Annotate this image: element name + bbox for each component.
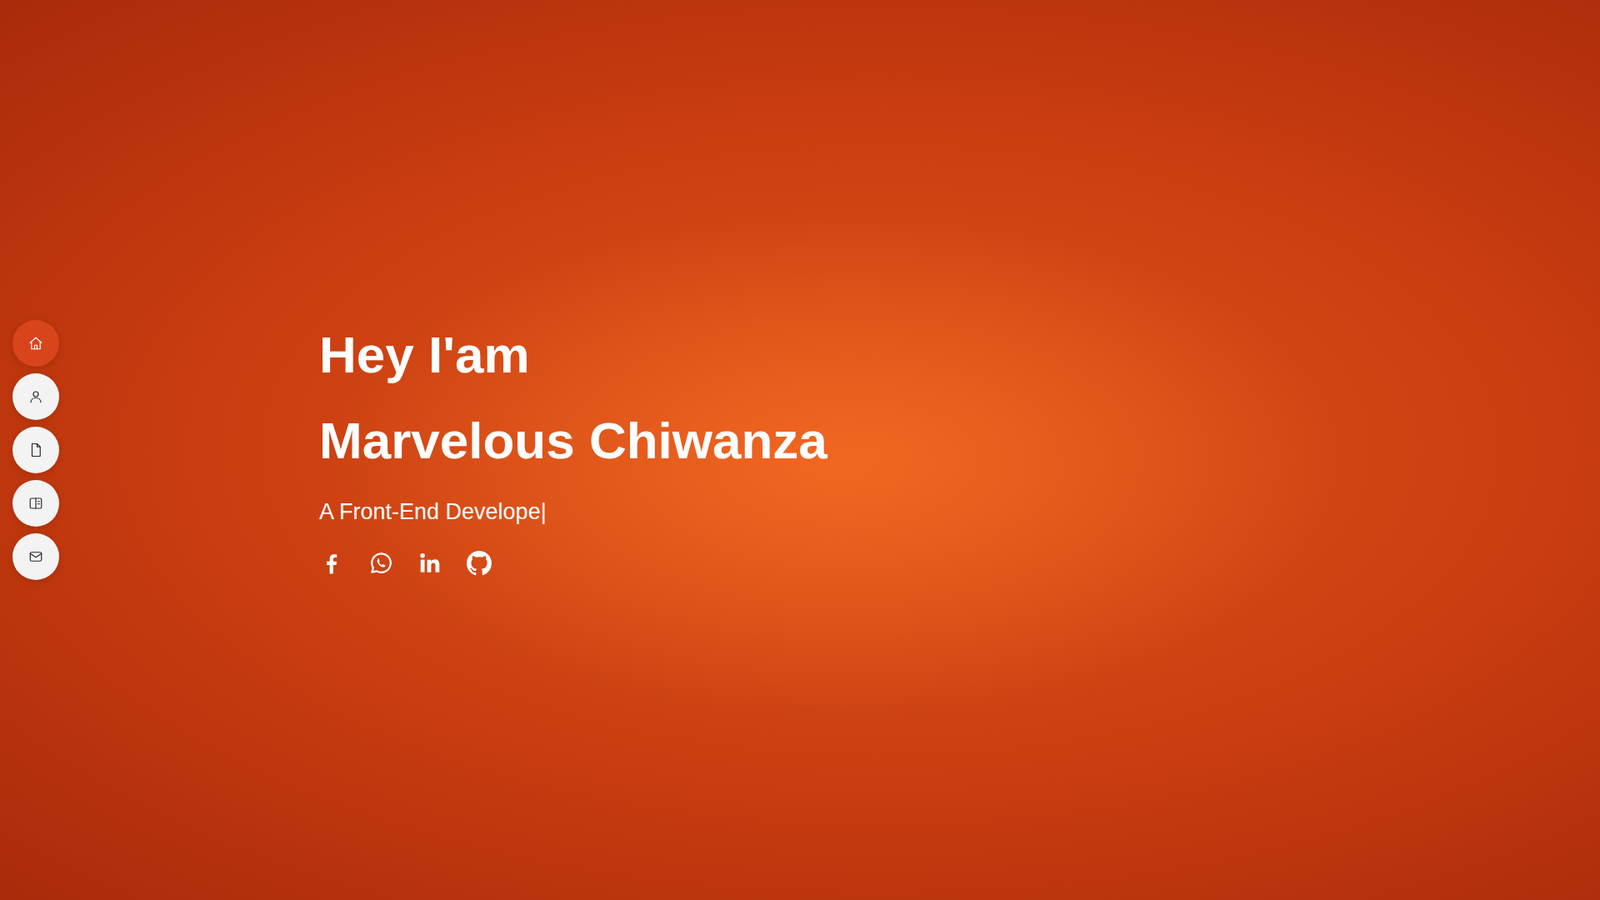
typing-cursor: | (540, 499, 547, 525)
hero-background: Hey I'am Marvelous Chiwanza A Front-End … (0, 0, 1600, 900)
mail-icon (28, 549, 44, 565)
nav-button[interactable] (12, 426, 60, 474)
user-icon (28, 389, 44, 405)
whatsapp-link[interactable] (368, 550, 394, 576)
role-text: A Front-End Develope (319, 499, 541, 525)
home-icon (28, 335, 44, 351)
nav-button[interactable] (12, 320, 60, 367)
side-nav (0, 320, 60, 580)
facebook-icon (319, 550, 345, 576)
nav-button[interactable] (12, 533, 60, 580)
facebook-link[interactable] (319, 550, 345, 576)
linkedin-icon (417, 550, 443, 576)
nav-button[interactable] (12, 373, 60, 420)
whatsapp-icon (368, 550, 394, 576)
social-links (319, 550, 828, 576)
github-link[interactable] (466, 550, 492, 576)
linkedin-link[interactable] (417, 550, 443, 576)
name-heading: Marvelous Chiwanza (319, 410, 828, 472)
greeting: Hey I'am (319, 324, 828, 386)
book-icon (28, 495, 44, 511)
hero-content: Hey I'am Marvelous Chiwanza A Front-End … (319, 324, 828, 575)
role-line: A Front-End Develope| (319, 495, 828, 530)
nav-button[interactable] (12, 480, 60, 527)
file-icon (28, 442, 44, 458)
github-icon (466, 550, 492, 576)
